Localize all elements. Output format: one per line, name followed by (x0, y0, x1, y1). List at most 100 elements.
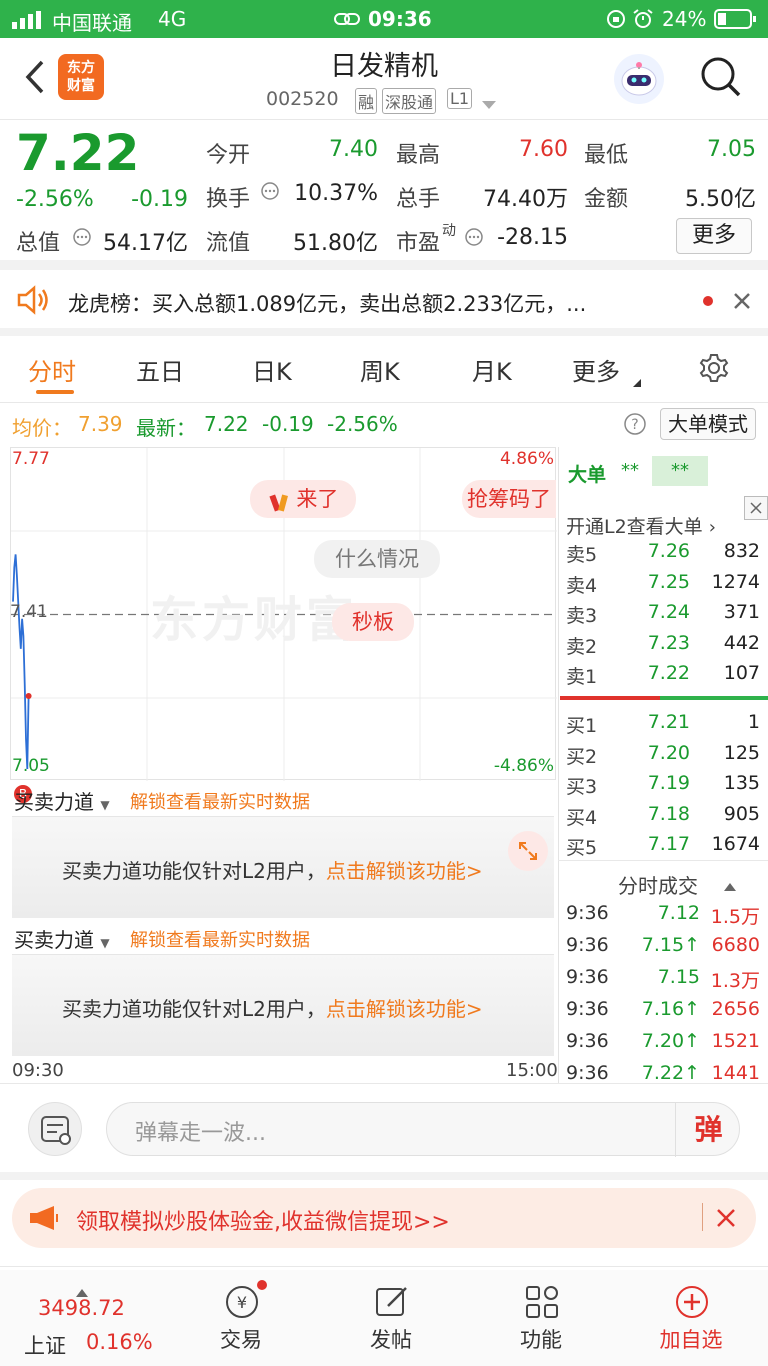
nav-functions-label: 功能 (520, 1328, 562, 1352)
big-order-label: 大单 (568, 464, 607, 486)
notice-dot (703, 296, 713, 306)
compose-icon (374, 1284, 408, 1318)
change-pct: -2.56% (16, 187, 94, 212)
comment-input[interactable]: 弹幕走一波... 弹 (106, 1102, 741, 1157)
tab-five-day[interactable]: 五日 (136, 352, 184, 387)
level-label: 买1 (566, 715, 598, 737)
nav-functions[interactable]: 功能 (466, 1284, 616, 1354)
avg-label: 均价： (12, 416, 72, 440)
index-change[interactable]: 0.16% (86, 1330, 153, 1354)
unlock-feature-link[interactable]: 点击解锁该功能> (326, 859, 483, 883)
tab-intraday[interactable]: 分时 (28, 352, 76, 387)
notice-text[interactable]: 龙虎榜：买入总额1.089亿元，卖出总额2.233亿元，... (68, 288, 688, 318)
tab-more[interactable]: 更多 (572, 352, 620, 387)
info-icon[interactable] (72, 227, 92, 251)
gear-icon[interactable] (698, 352, 730, 388)
close-icon[interactable] (716, 1208, 736, 1232)
y-bottom-label: 7.05 (12, 756, 50, 776)
power-dropdown-label: 买卖力道 (14, 790, 94, 814)
tag-level: L1 (447, 88, 473, 109)
latest-change-pct: -2.56% (327, 412, 398, 436)
close-icon[interactable] (744, 496, 768, 520)
unlock-link[interactable]: 解锁查看最新实时数据 (130, 788, 310, 814)
volume-value: 74.40万 (483, 187, 568, 212)
level-price: 7.17 (647, 833, 690, 855)
chevron-down-icon[interactable] (482, 96, 496, 115)
index-value[interactable]: 3498.72 (38, 1296, 125, 1320)
bid-row: 买3 7.19 135 (566, 772, 762, 802)
promo-text[interactable]: 领取模拟炒股体验金,收益微信提现>> (76, 1204, 450, 1236)
tab-weekly-k[interactable]: 周K (360, 352, 400, 387)
high-label: 最高 (396, 143, 441, 168)
level-volume: 1674 (711, 833, 760, 855)
alarm-icon (632, 9, 654, 34)
danmu-bubble[interactable]: 秒板 (332, 603, 414, 641)
battery-percent: 24% (662, 7, 707, 31)
megaphone-icon (28, 1205, 60, 1235)
mcap-value: 54.17亿 (103, 231, 188, 256)
level-volume: 1274 (711, 570, 760, 593)
unlock-link[interactable]: 解锁查看最新实时数据 (130, 926, 310, 952)
search-icon[interactable] (700, 56, 742, 102)
status-bar: 中国联通 4G 09:36 24% (0, 0, 768, 38)
level-volume: 832 (723, 540, 760, 562)
ask-row: 卖4 7.25 1274 (566, 571, 762, 601)
unlock-feature-link[interactable]: 点击解锁该功能> (326, 997, 483, 1021)
level-price: 7.20 (647, 741, 690, 764)
pct-bottom-label: -4.86% (493, 756, 554, 776)
chevron-down-icon: ▼ (100, 798, 110, 812)
expand-icon[interactable] (508, 831, 548, 871)
danmu-bubble[interactable]: 什么情况 (314, 540, 440, 578)
help-icon[interactable]: ? (623, 412, 647, 440)
open-value: 7.40 (329, 137, 378, 162)
tick-price: 7.15 (657, 966, 700, 988)
danmu-bubble[interactable]: 抢筹码了 (462, 480, 556, 518)
info-icon[interactable] (260, 181, 280, 205)
power-dropdown[interactable]: 买卖力道 ▼ (14, 924, 110, 953)
nav-post[interactable]: 发帖 (316, 1284, 466, 1354)
low-label: 最低 (584, 143, 629, 168)
svg-text:?: ? (631, 417, 638, 433)
tick-time: 9:36 (566, 1030, 609, 1052)
carrier: 中国联通 (52, 11, 132, 35)
close-icon[interactable] (733, 292, 751, 314)
nav-trade[interactable]: ¥ 交易 (166, 1280, 316, 1354)
tab-indicator (36, 390, 74, 394)
section-gap (0, 260, 768, 270)
latest-change: -0.19 (262, 412, 314, 436)
level-price: 7.26 (647, 540, 690, 562)
danmu-bubble[interactable]: 来了 (250, 480, 356, 518)
tab-monthly-k[interactable]: 月K (472, 352, 512, 387)
tick-row: 9:36 7.12 1.5万 (566, 902, 762, 932)
send-danmu-button[interactable]: 弹 (675, 1103, 741, 1157)
nav-trade-label: 交易 (220, 1328, 262, 1352)
level-label: 卖1 (566, 666, 598, 688)
divider (702, 1203, 703, 1231)
tick-price: 7.20↑ (641, 1030, 700, 1052)
promo-banner[interactable]: 领取模拟炒股体验金,收益微信提现>> (12, 1188, 756, 1248)
power-dropdown-label: 买卖力道 (14, 928, 94, 952)
chevron-right-icon: › (708, 517, 716, 538)
avg-value: 7.39 (78, 412, 123, 436)
level-volume: 442 (723, 631, 760, 654)
robot-assistant-icon[interactable] (614, 54, 664, 104)
triangle-up-icon[interactable] (724, 876, 736, 895)
level-label: 买5 (566, 837, 598, 859)
danmu-settings-icon[interactable] (28, 1102, 82, 1156)
index-name[interactable]: 上证 (24, 1330, 66, 1360)
tab-daily-k[interactable]: 日K (252, 352, 292, 387)
power-dropdown[interactable]: 买卖力道 ▼ (14, 786, 110, 815)
info-icon[interactable] (464, 227, 484, 251)
x-start-label: 09:30 (12, 1060, 64, 1081)
big-order-mode-button[interactable]: 大单模式 (660, 408, 756, 440)
l2-link[interactable]: 开通L2查看大单 › (566, 512, 716, 539)
amount-label: 金额 (584, 187, 629, 212)
tick-volume: 1.3万 (710, 970, 760, 992)
tick-volume: 1441 (711, 1062, 760, 1084)
nav-add-watchlist[interactable]: 加自选 (616, 1284, 766, 1354)
more-button[interactable]: 更多 (676, 218, 752, 254)
firecracker-icon (268, 489, 290, 512)
level-label: 买3 (566, 776, 598, 798)
turnover-value: 10.37% (294, 181, 378, 206)
tick-time: 9:36 (566, 1062, 609, 1084)
